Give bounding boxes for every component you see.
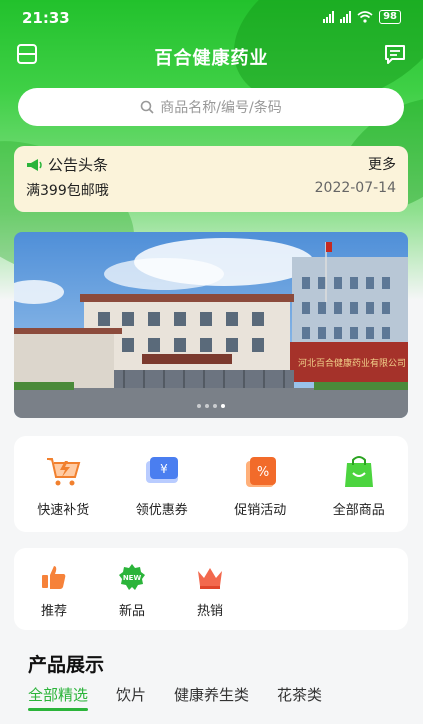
status-time: 21:33 bbox=[22, 9, 70, 27]
signal-icon bbox=[323, 11, 335, 23]
tab-health-wellness[interactable]: 健康养生类 bbox=[174, 684, 249, 705]
wifi-icon bbox=[357, 11, 373, 23]
crown-icon bbox=[198, 568, 222, 589]
search-bar[interactable]: 商品名称/编号/条码 bbox=[18, 88, 404, 126]
coupon-icon: ¥ bbox=[145, 456, 178, 483]
banner-sign-text: 河北百合健康药业有限公司 bbox=[298, 357, 406, 369]
quick-action-all-products[interactable]: 全部商品 bbox=[314, 451, 404, 518]
notice-header: 公告头条 bbox=[26, 154, 108, 175]
notice-date: 2022-07-14 bbox=[314, 180, 396, 196]
quick-action-restock[interactable]: 快速补货 bbox=[18, 451, 108, 518]
quick-action-label: 促销活动 bbox=[234, 502, 287, 518]
banner-image: 河北百合健康药业有限公司 bbox=[14, 232, 408, 418]
carousel-dot[interactable] bbox=[197, 404, 201, 408]
category-new[interactable]: NEW 新品 bbox=[102, 562, 162, 619]
notice-text[interactable]: 满399包邮哦 bbox=[26, 180, 109, 200]
shopping-bag-icon bbox=[344, 455, 373, 487]
carousel-dot[interactable] bbox=[213, 404, 217, 408]
megaphone-icon bbox=[27, 158, 42, 171]
tab-all-featured[interactable]: 全部精选 bbox=[28, 684, 89, 711]
banner-carousel[interactable]: 河北百合健康药业有限公司 bbox=[14, 232, 408, 418]
top-nav: 百合健康药业 bbox=[0, 36, 423, 76]
quick-action-label: 领优惠券 bbox=[135, 502, 188, 518]
svg-text:%: % bbox=[257, 465, 269, 480]
carousel-indicators bbox=[14, 404, 408, 408]
quick-actions-card: 快速补货 ¥ 领优惠券 % 促销活动 全部商品 bbox=[14, 436, 408, 532]
cart-lightning-icon bbox=[47, 457, 81, 485]
category-label: 热销 bbox=[196, 604, 223, 619]
category-label: 推荐 bbox=[40, 604, 67, 619]
search-placeholder: 商品名称/编号/条码 bbox=[160, 100, 282, 116]
quick-action-promotions[interactable]: % 促销活动 bbox=[215, 451, 305, 518]
carousel-dot-active[interactable] bbox=[221, 404, 225, 408]
notice-more-link[interactable]: 更多 bbox=[368, 154, 396, 174]
carousel-dot[interactable] bbox=[205, 404, 209, 408]
new-badge-text: NEW bbox=[123, 574, 142, 582]
category-card: 推荐 NEW 新品 热销 bbox=[14, 548, 408, 630]
battery-indicator: 98 bbox=[379, 10, 401, 24]
quick-action-label: 快速补货 bbox=[37, 502, 90, 518]
tab-decoction-pieces[interactable]: 饮片 bbox=[116, 684, 146, 705]
products-section-title: 产品展示 bbox=[28, 654, 105, 676]
notice-card[interactable]: 公告头条 更多 满399包邮哦 2022-07-14 bbox=[14, 146, 408, 212]
status-bar: 21:33 98 bbox=[0, 0, 423, 36]
notice-title: 公告头条 bbox=[48, 156, 109, 174]
category-hot[interactable]: 热销 bbox=[180, 562, 240, 619]
category-recommend[interactable]: 推荐 bbox=[24, 562, 84, 619]
tab-flower-tea[interactable]: 花茶类 bbox=[277, 684, 322, 705]
status-icons: 98 bbox=[323, 10, 401, 24]
product-tabs: 全部精选 饮片 健康养生类 花茶类 bbox=[28, 684, 322, 711]
search-icon bbox=[140, 100, 154, 114]
thumbs-up-icon bbox=[42, 566, 66, 589]
quick-action-coupons[interactable]: ¥ 领优惠券 bbox=[117, 451, 207, 518]
page-title: 百合健康药业 bbox=[154, 48, 269, 69]
category-label: 新品 bbox=[118, 604, 145, 619]
message-icon[interactable] bbox=[383, 42, 407, 66]
new-badge-icon: NEW bbox=[119, 564, 145, 590]
promotion-icon: % bbox=[246, 456, 277, 487]
signal-icon bbox=[340, 11, 352, 23]
quick-action-label: 全部商品 bbox=[332, 502, 385, 518]
svg-text:¥: ¥ bbox=[160, 462, 168, 476]
